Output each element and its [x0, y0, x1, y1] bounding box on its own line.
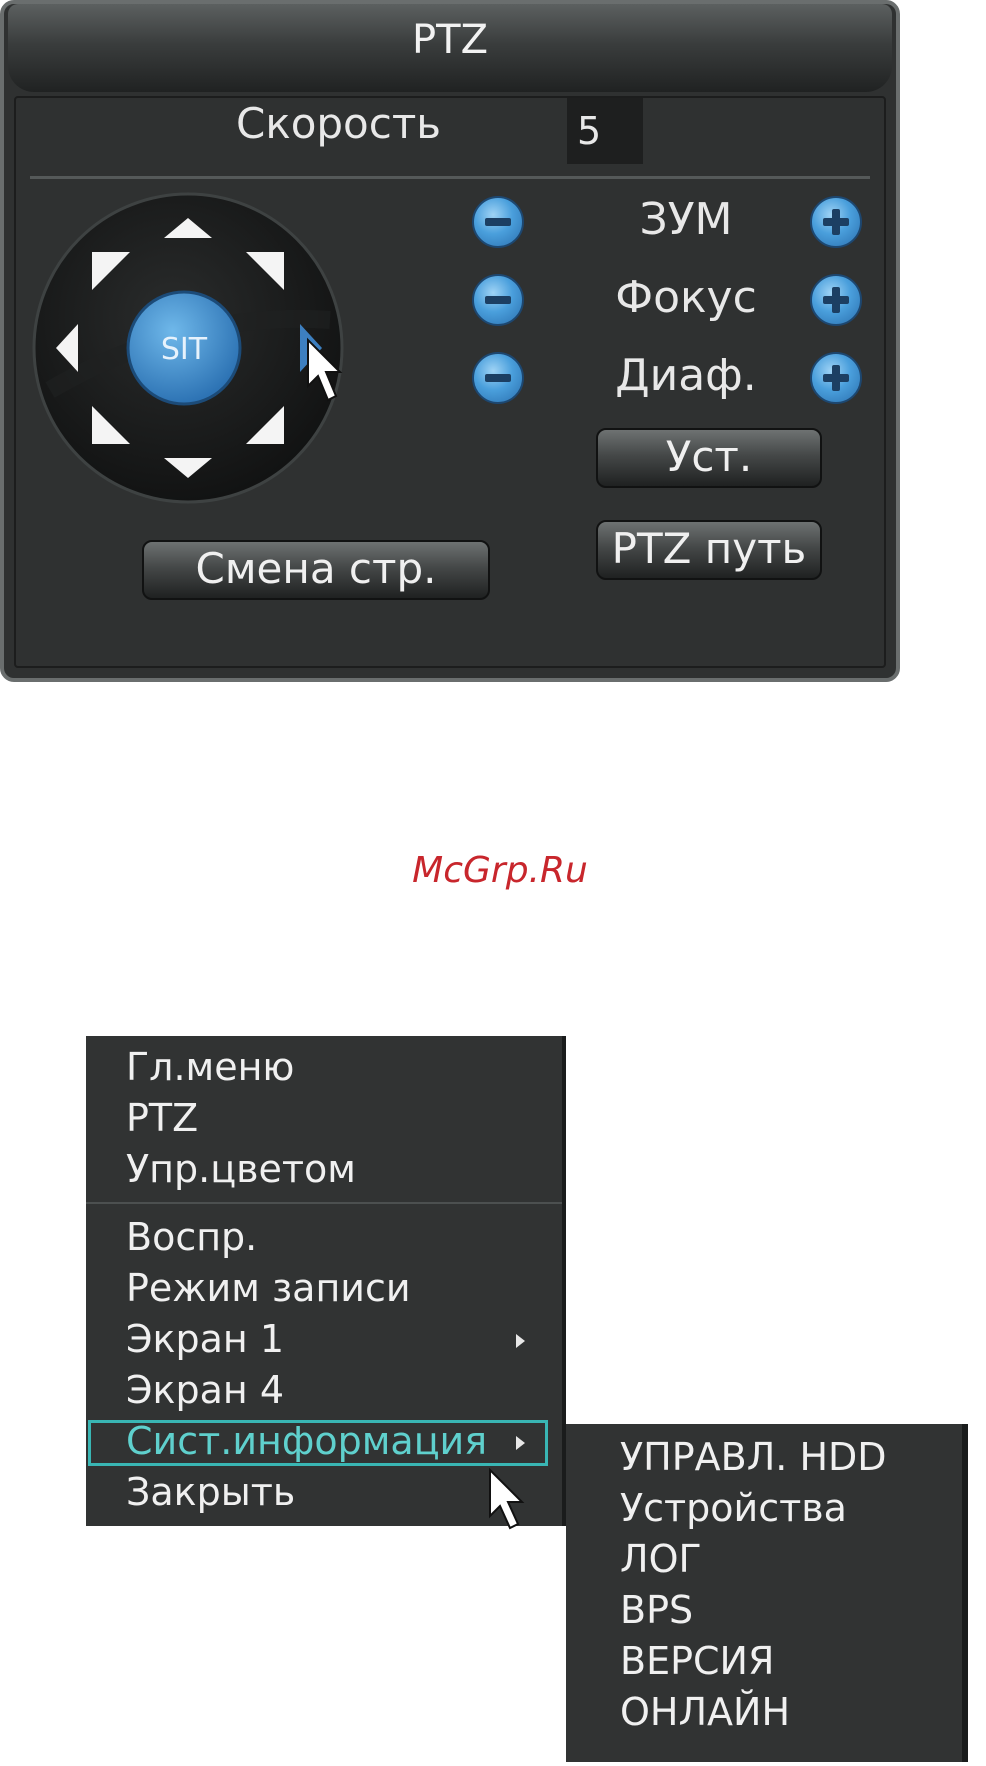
menu-item-main-menu[interactable]: Гл.меню — [126, 1042, 294, 1092]
ptz-dialog: PTZ Скорость 5 SIT ЗУМ Фокус Диаф. Уст. … — [0, 0, 900, 682]
set-button[interactable]: Уст. — [596, 428, 822, 488]
iris-plus-button[interactable] — [810, 352, 862, 404]
submenu-item-devices[interactable]: Устройства — [620, 1483, 847, 1533]
sit-label: SIT — [161, 332, 208, 367]
menu-item-record-mode[interactable]: Режим записи — [126, 1263, 411, 1313]
submenu-item-hdd-management[interactable]: УПРАВЛ. HDD — [620, 1432, 887, 1482]
context-menu: Гл.меню PTZ Упр.цветом Воспр. Режим запи… — [86, 1036, 566, 1526]
speed-input[interactable]: 5 — [567, 98, 643, 164]
mouse-cursor-icon — [489, 1468, 525, 1530]
zoom-plus-button[interactable] — [810, 196, 862, 248]
submenu-item-online[interactable]: ОНЛАЙН — [620, 1687, 790, 1737]
submenu-item-bps[interactable]: BPS — [620, 1585, 693, 1635]
iris-label: Диаф. — [615, 350, 757, 401]
submenu-item-version[interactable]: ВЕРСИЯ — [620, 1636, 774, 1686]
menu-item-screen-4[interactable]: Экран 4 — [126, 1365, 284, 1415]
menu-item-system-info[interactable]: Сист.информация — [126, 1416, 487, 1466]
submenu-arrow-icon — [516, 1436, 525, 1450]
focus-label: Фокус — [615, 272, 757, 323]
menu-item-ptz[interactable]: PTZ — [126, 1093, 198, 1143]
watermark: McGrp.Ru — [412, 850, 588, 891]
menu-divider — [86, 1202, 562, 1204]
ptz-divider — [30, 176, 870, 179]
focus-plus-button[interactable] — [810, 274, 862, 326]
speed-label: Скорость — [236, 99, 442, 148]
menu-item-playback[interactable]: Воспр. — [126, 1212, 257, 1262]
direction-pad: SIT — [32, 192, 344, 504]
system-info-submenu: УПРАВЛ. HDD Устройства ЛОГ BPS ВЕРСИЯ ОН… — [566, 1424, 968, 1762]
submenu-item-log[interactable]: ЛОГ — [620, 1534, 702, 1584]
change-page-button[interactable]: Смена стр. — [142, 540, 490, 600]
iris-minus-button[interactable] — [472, 352, 524, 404]
submenu-arrow-icon — [516, 1334, 525, 1348]
ptz-title: PTZ — [8, 4, 892, 92]
menu-item-close[interactable]: Закрыть — [126, 1467, 295, 1517]
ptz-path-button[interactable]: PTZ путь — [596, 520, 822, 580]
focus-minus-button[interactable] — [472, 274, 524, 326]
menu-item-color-control[interactable]: Упр.цветом — [126, 1144, 356, 1194]
menu-item-screen-1[interactable]: Экран 1 — [126, 1314, 284, 1364]
zoom-label: ЗУМ — [639, 194, 733, 245]
zoom-minus-button[interactable] — [472, 196, 524, 248]
